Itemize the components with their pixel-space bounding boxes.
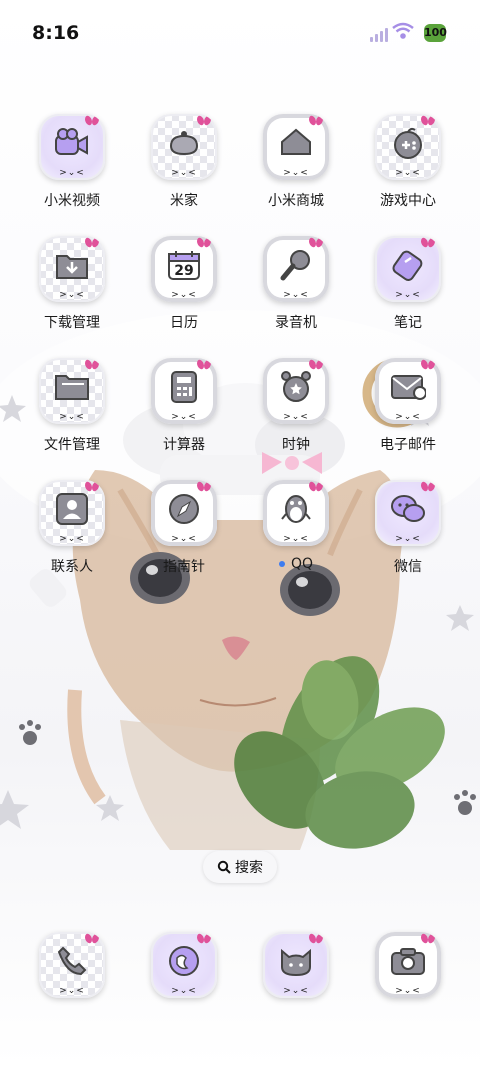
app-label: 微信 bbox=[394, 559, 422, 575]
contact-icon bbox=[56, 493, 88, 526]
gamepad-icon bbox=[394, 127, 422, 160]
alarm-clock-icon bbox=[281, 371, 311, 403]
app-file-manager[interactable]: >⌄< 文件管理 bbox=[17, 358, 127, 454]
app-label: 时钟 bbox=[282, 437, 310, 453]
search-icon bbox=[217, 860, 231, 874]
app-label: QQ bbox=[290, 556, 314, 572]
folder-icon bbox=[55, 375, 89, 401]
download-folder-icon bbox=[56, 255, 88, 280]
clock-time: 8:16 bbox=[32, 22, 80, 44]
app-label: 小米商城 bbox=[268, 193, 324, 209]
phone-icon bbox=[57, 946, 87, 976]
video-camera-icon bbox=[55, 128, 88, 156]
app-label: 小米视频 bbox=[44, 193, 100, 209]
app-recorder[interactable]: >⌄< 录音机 bbox=[241, 236, 351, 332]
app-label: 电子邮件 bbox=[380, 437, 436, 453]
app-label: 录音机 bbox=[275, 315, 317, 331]
note-tag-icon bbox=[392, 250, 423, 282]
app-label: 笔记 bbox=[394, 315, 422, 331]
app-xiaomi-video[interactable]: >⌄< 小米视频 bbox=[17, 114, 127, 210]
signal-icon bbox=[370, 28, 388, 42]
search-button[interactable]: 搜索 bbox=[203, 851, 277, 883]
app-label: 计算器 bbox=[163, 437, 205, 453]
search-label: 搜索 bbox=[235, 860, 263, 876]
app-label: 联系人 bbox=[51, 559, 93, 575]
app-notes[interactable]: >⌄< 笔记 bbox=[353, 236, 463, 332]
camera-icon bbox=[391, 948, 425, 976]
new-install-dot bbox=[278, 561, 285, 567]
app-download-manager[interactable]: >⌄< 下载管理 bbox=[17, 236, 127, 332]
dock-camera[interactable]: >⌄< bbox=[353, 932, 463, 998]
app-label: 日历 bbox=[170, 315, 198, 331]
compass-icon bbox=[169, 494, 199, 525]
browser-globe-icon bbox=[169, 946, 199, 977]
penguin-icon bbox=[281, 495, 311, 524]
app-wechat[interactable]: >⌄< 微信 bbox=[353, 480, 463, 576]
mi-store-icon bbox=[281, 128, 311, 156]
dock-phone[interactable]: >⌄< bbox=[17, 932, 127, 998]
app-mi-store[interactable]: >⌄< 小米商城 bbox=[241, 114, 351, 210]
calculator-icon bbox=[171, 371, 197, 404]
app-calendar[interactable]: 29 >⌄< 日历 bbox=[129, 236, 239, 332]
dock-cat-app[interactable]: >⌄< bbox=[241, 932, 351, 998]
app-label: 下载管理 bbox=[44, 315, 100, 331]
cat-icon bbox=[281, 948, 311, 977]
app-qq[interactable]: >⌄< QQ bbox=[241, 480, 351, 572]
app-mijia[interactable]: >⌄< 米家 bbox=[129, 114, 239, 210]
app-label: 游戏中心 bbox=[380, 193, 436, 209]
status-bar: 8:16 100 bbox=[0, 0, 480, 70]
app-compass[interactable]: >⌄< 指南针 bbox=[129, 480, 239, 576]
mail-icon bbox=[391, 375, 426, 401]
wifi-icon bbox=[392, 22, 414, 39]
calendar-date: 29 bbox=[174, 263, 194, 279]
app-clock[interactable]: >⌄< 时钟 bbox=[241, 358, 351, 454]
app-label: 文件管理 bbox=[44, 437, 100, 453]
microphone-icon bbox=[280, 250, 310, 281]
app-label: 米家 bbox=[170, 193, 198, 209]
app-contacts[interactable]: >⌄< 联系人 bbox=[17, 480, 127, 576]
mijia-icon bbox=[169, 131, 199, 156]
app-label: 指南针 bbox=[163, 559, 205, 575]
battery-icon: 100 bbox=[424, 24, 447, 42]
chat-bubbles-icon bbox=[391, 495, 425, 523]
app-game-center[interactable]: >⌄< 游戏中心 bbox=[353, 114, 463, 210]
app-calculator[interactable]: >⌄< 计算器 bbox=[129, 358, 239, 454]
dock-browser[interactable]: >⌄< bbox=[129, 932, 239, 998]
app-email[interactable]: >⌄< 电子邮件 bbox=[353, 358, 463, 454]
